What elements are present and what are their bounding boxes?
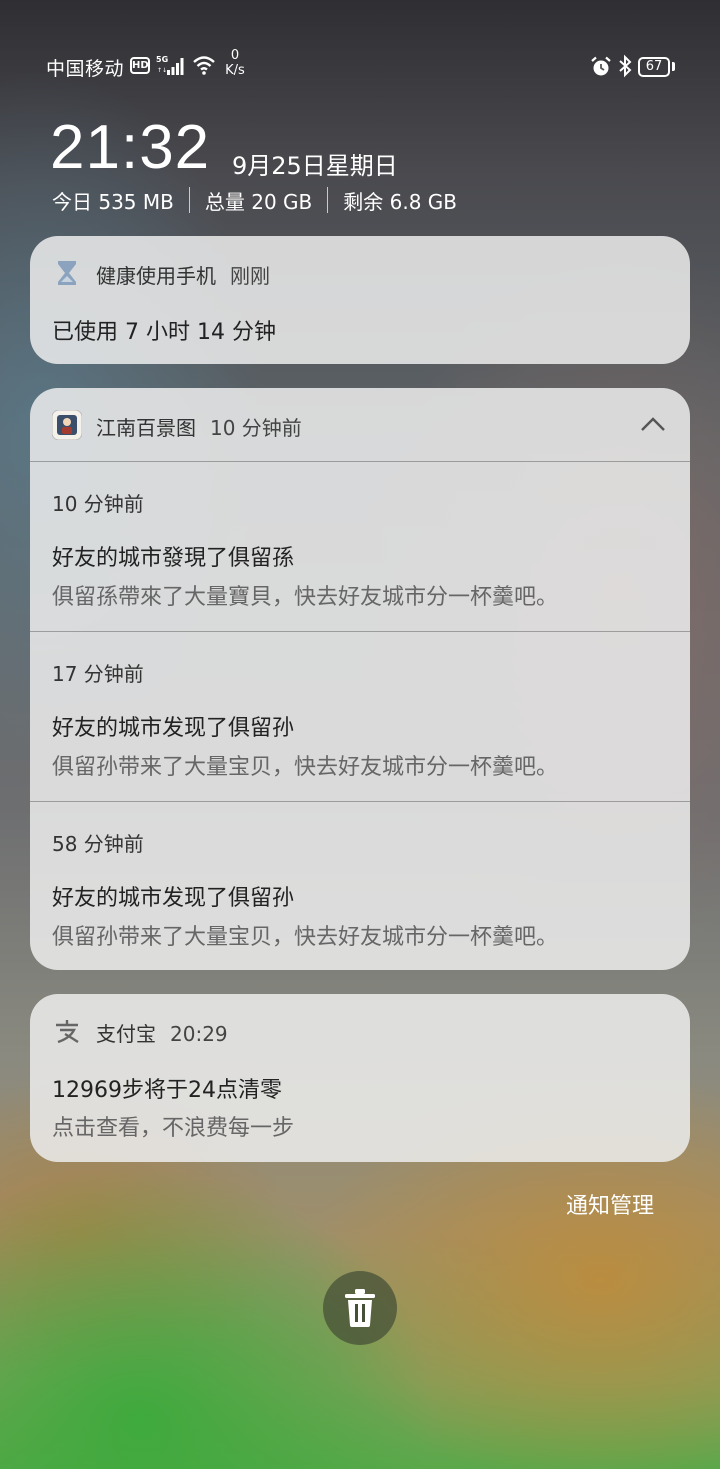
notification-manage-button[interactable]: 通知管理 — [566, 1188, 654, 1220]
net-speed-value: 0 — [230, 48, 240, 63]
status-bar: 中国移动 HD 5G ↑↓ 0 K/s 67 — [0, 0, 720, 110]
svg-text:↑↓: ↑↓ — [157, 67, 167, 74]
notification-app-name: 支付宝 — [96, 1022, 156, 1046]
game-app-icon — [52, 410, 82, 440]
notification-app-name: 江南百景图 — [96, 416, 196, 440]
wifi-icon — [193, 56, 215, 75]
notification-item-time: 17 分钟前 — [52, 662, 144, 686]
notification-item[interactable]: 58 分钟前 好友的城市发现了俱留孙 俱留孙带来了大量宝贝，快去好友城市分一杯羹… — [30, 802, 690, 970]
battery-icon: 67 — [638, 57, 670, 77]
net-speed: 0 K/s — [222, 48, 248, 78]
notification-app-header: 支付宝 20:29 — [96, 1018, 228, 1047]
memory-total: 总量 20 GB — [204, 189, 313, 214]
memory-divider — [188, 187, 190, 213]
notification-time: 20:29 — [170, 1022, 228, 1046]
memory-remaining: 剩余 6.8 GB — [343, 189, 458, 214]
alarm-icon — [591, 56, 611, 76]
notification-time: 刚刚 — [230, 264, 270, 288]
svg-text:5G: 5G — [156, 55, 168, 64]
notification-time: 10 分钟前 — [210, 416, 302, 440]
battery-tip — [672, 62, 675, 71]
lockscreen-time: 21:32 — [50, 113, 211, 182]
notification-group-game[interactable]: 江南百景图 10 分钟前 10 分钟前 好友的城市發現了俱留孫 俱留孫帶來了大量寶… — [30, 388, 690, 970]
memory-divider — [327, 187, 329, 213]
notification-item-time: 10 分钟前 — [52, 492, 144, 516]
notification-item-title: 好友的城市发现了俱留孙 — [52, 716, 295, 741]
notification-app-header: 江南百景图 10 分钟前 — [96, 412, 302, 441]
notification-item[interactable]: 10 分钟前 好友的城市發現了俱留孫 俱留孫帶來了大量寶貝，快去好友城市分一杯羹… — [30, 462, 690, 631]
notification-item-body: 俱留孙带来了大量宝贝，快去好友城市分一杯羹吧。 — [52, 925, 559, 950]
notification-app-header: 健康使用手机 刚刚 — [96, 260, 270, 289]
notification-item-body: 俱留孫帶來了大量寶貝，快去好友城市分一杯羹吧。 — [52, 585, 559, 610]
chevron-up-icon[interactable] — [640, 416, 666, 432]
notification-item-time: 58 分钟前 — [52, 832, 144, 856]
hourglass-icon — [58, 261, 76, 285]
notification-card-alipay[interactable]: 支付宝 20:29 12969步将于24点清零 点击查看，不浪费每一步 — [30, 994, 690, 1162]
clear-all-button[interactable] — [323, 1271, 397, 1345]
signal-5g-icon: 5G ↑↓ — [156, 55, 184, 75]
notification-item-title: 好友的城市发现了俱留孙 — [52, 886, 295, 911]
memory-info: 今日 535 MB 总量 20 GB 剩余 6.8 GB — [52, 186, 457, 214]
notification-item-title: 好友的城市發現了俱留孫 — [52, 546, 295, 571]
hd-icon: HD — [130, 57, 150, 74]
notification-card-health[interactable]: 健康使用手机 刚刚 已使用 7 小时 14 分钟 — [30, 236, 690, 364]
notification-item-body: 俱留孙带来了大量宝贝，快去好友城市分一杯羹吧。 — [52, 755, 559, 780]
alipay-icon — [56, 1020, 79, 1044]
notification-title: 12969步将于24点清零 — [52, 1078, 282, 1103]
notification-app-name: 健康使用手机 — [96, 264, 216, 288]
trash-icon — [345, 1289, 375, 1327]
lockscreen-date: 9月25日星期日 — [232, 152, 398, 180]
bluetooth-icon — [619, 54, 632, 78]
notification-item[interactable]: 17 分钟前 好友的城市发现了俱留孙 俱留孙带来了大量宝贝，快去好友城市分一杯羹… — [30, 632, 690, 801]
notification-title: 已使用 7 小时 14 分钟 — [52, 320, 276, 345]
carrier-label: 中国移动 — [46, 58, 125, 80]
notification-body: 点击查看，不浪费每一步 — [52, 1116, 295, 1141]
notification-group-header[interactable]: 江南百景图 10 分钟前 — [30, 388, 690, 462]
net-speed-unit: K/s — [225, 63, 245, 78]
memory-today: 今日 535 MB — [52, 189, 174, 214]
